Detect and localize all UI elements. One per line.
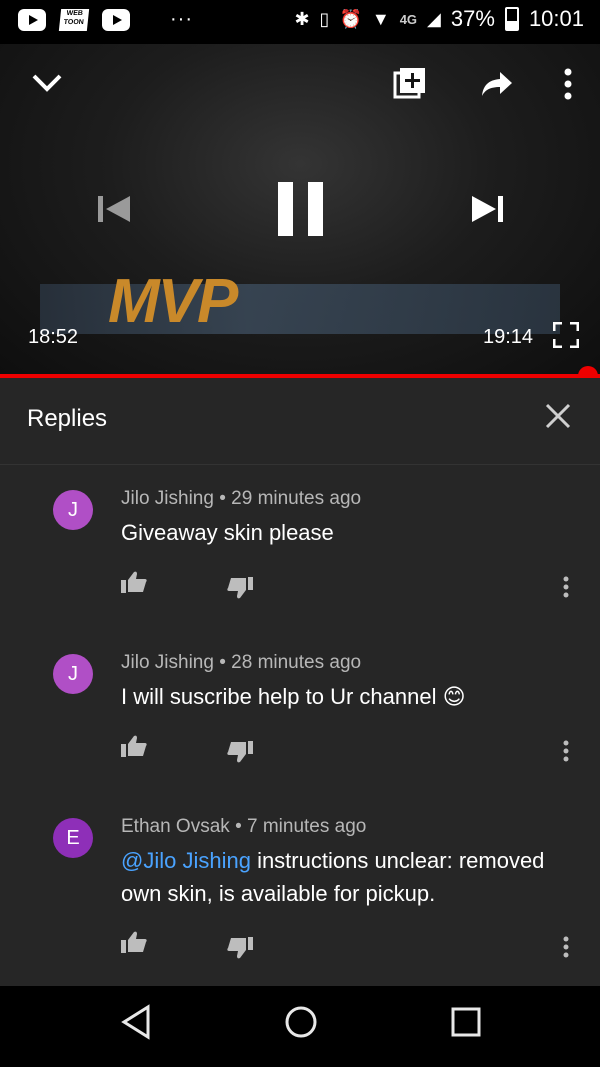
- more-dots-icon: ···: [170, 8, 193, 30]
- clock: 10:01: [528, 6, 584, 31]
- comment-more-icon[interactable]: [563, 936, 569, 958]
- wifi-icon: ▼: [371, 8, 390, 29]
- end-time: 19:14: [483, 326, 534, 348]
- more-vert-icon[interactable]: [563, 68, 573, 105]
- comment-author[interactable]: Ethan Ovsak: [121, 816, 230, 837]
- comment-age: 28 minutes ago: [231, 652, 362, 673]
- comment-more-icon[interactable]: [563, 740, 569, 762]
- thumbs-down-icon[interactable]: [226, 740, 254, 770]
- network-type: 4G: [399, 11, 418, 27]
- comment-meta: Jilo Jishing • 28 minutes ago: [121, 652, 361, 674]
- recents-square-icon[interactable]: [450, 1004, 482, 1045]
- close-icon[interactable]: [544, 400, 572, 439]
- home-circle-icon[interactable]: [284, 1004, 318, 1045]
- thumbs-down-icon[interactable]: [226, 576, 254, 606]
- replies-panel: Replies J Jilo Jishing • 29 minutes ago …: [0, 378, 600, 986]
- thumbs-down-icon[interactable]: [226, 936, 254, 966]
- meta-separator: •: [219, 652, 226, 673]
- thumbs-up-icon[interactable]: [120, 930, 148, 960]
- comment-author[interactable]: Jilo Jishing: [121, 652, 214, 673]
- mention-link[interactable]: @Jilo Jishing: [121, 848, 251, 873]
- comment-meta: Jilo Jishing • 29 minutes ago: [121, 488, 361, 510]
- video-mvp-graphic: MVP: [108, 267, 238, 336]
- comment-text: I will suscribe help to Ur channel 😊: [121, 684, 466, 709]
- battery-percent: 37%: [450, 6, 495, 31]
- video-player[interactable]: MVP 18:52 19:14: [0, 44, 600, 376]
- avatar[interactable]: J: [53, 490, 93, 530]
- share-icon[interactable]: [480, 70, 514, 103]
- avatar[interactable]: J: [53, 654, 93, 694]
- status-bar: WEB TOON ··· ✱ ▯ ⏰ ▼ 4G ◢ 37% 10:01: [0, 0, 600, 44]
- android-nav-bar: [0, 986, 600, 1067]
- vibrate-icon: ▯: [319, 8, 330, 29]
- comment-text: Giveaway skin please: [121, 520, 334, 545]
- signal-icon: ◢: [427, 8, 441, 29]
- replies-title: Replies: [27, 405, 108, 432]
- meta-separator: •: [219, 488, 226, 509]
- replies-header: Replies: [0, 378, 600, 465]
- comment-item: E Ethan Ovsak • 7 minutes ago @Jilo Jish…: [0, 816, 600, 980]
- add-to-queue-icon[interactable]: [392, 66, 428, 107]
- fullscreen-icon[interactable]: [552, 321, 580, 353]
- comment-item: J Jilo Jishing • 28 minutes ago I will s…: [0, 652, 600, 816]
- meta-separator: •: [235, 816, 242, 837]
- pause-icon[interactable]: [276, 182, 326, 241]
- comment-age: 29 minutes ago: [231, 488, 362, 509]
- comment-item: J Jilo Jishing • 29 minutes ago Giveaway…: [0, 488, 600, 652]
- back-triangle-icon[interactable]: [120, 1004, 152, 1045]
- comment-author[interactable]: Jilo Jishing: [121, 488, 214, 509]
- thumbs-up-icon[interactable]: [120, 734, 148, 764]
- current-time: 18:52: [28, 326, 79, 348]
- alarm-icon: ⏰: [339, 8, 362, 29]
- comment-meta: Ethan Ovsak • 7 minutes ago: [121, 816, 366, 838]
- skip-previous-icon[interactable]: [98, 194, 132, 229]
- comment-age: 7 minutes ago: [247, 816, 367, 837]
- comment-text: @Jilo Jishing instructions unclear: remo…: [121, 844, 581, 910]
- youtube-icon: [18, 8, 46, 31]
- bluetooth-icon: ✱: [294, 8, 310, 29]
- webtoon-icon: WEB TOON: [58, 8, 90, 31]
- avatar[interactable]: E: [53, 818, 93, 858]
- battery-icon: [504, 7, 519, 31]
- skip-next-icon[interactable]: [470, 194, 504, 229]
- comment-more-icon[interactable]: [563, 576, 569, 598]
- youtube-icon-2: [102, 8, 130, 31]
- thumbs-up-icon[interactable]: [120, 570, 148, 600]
- chevron-down-icon[interactable]: [30, 64, 64, 103]
